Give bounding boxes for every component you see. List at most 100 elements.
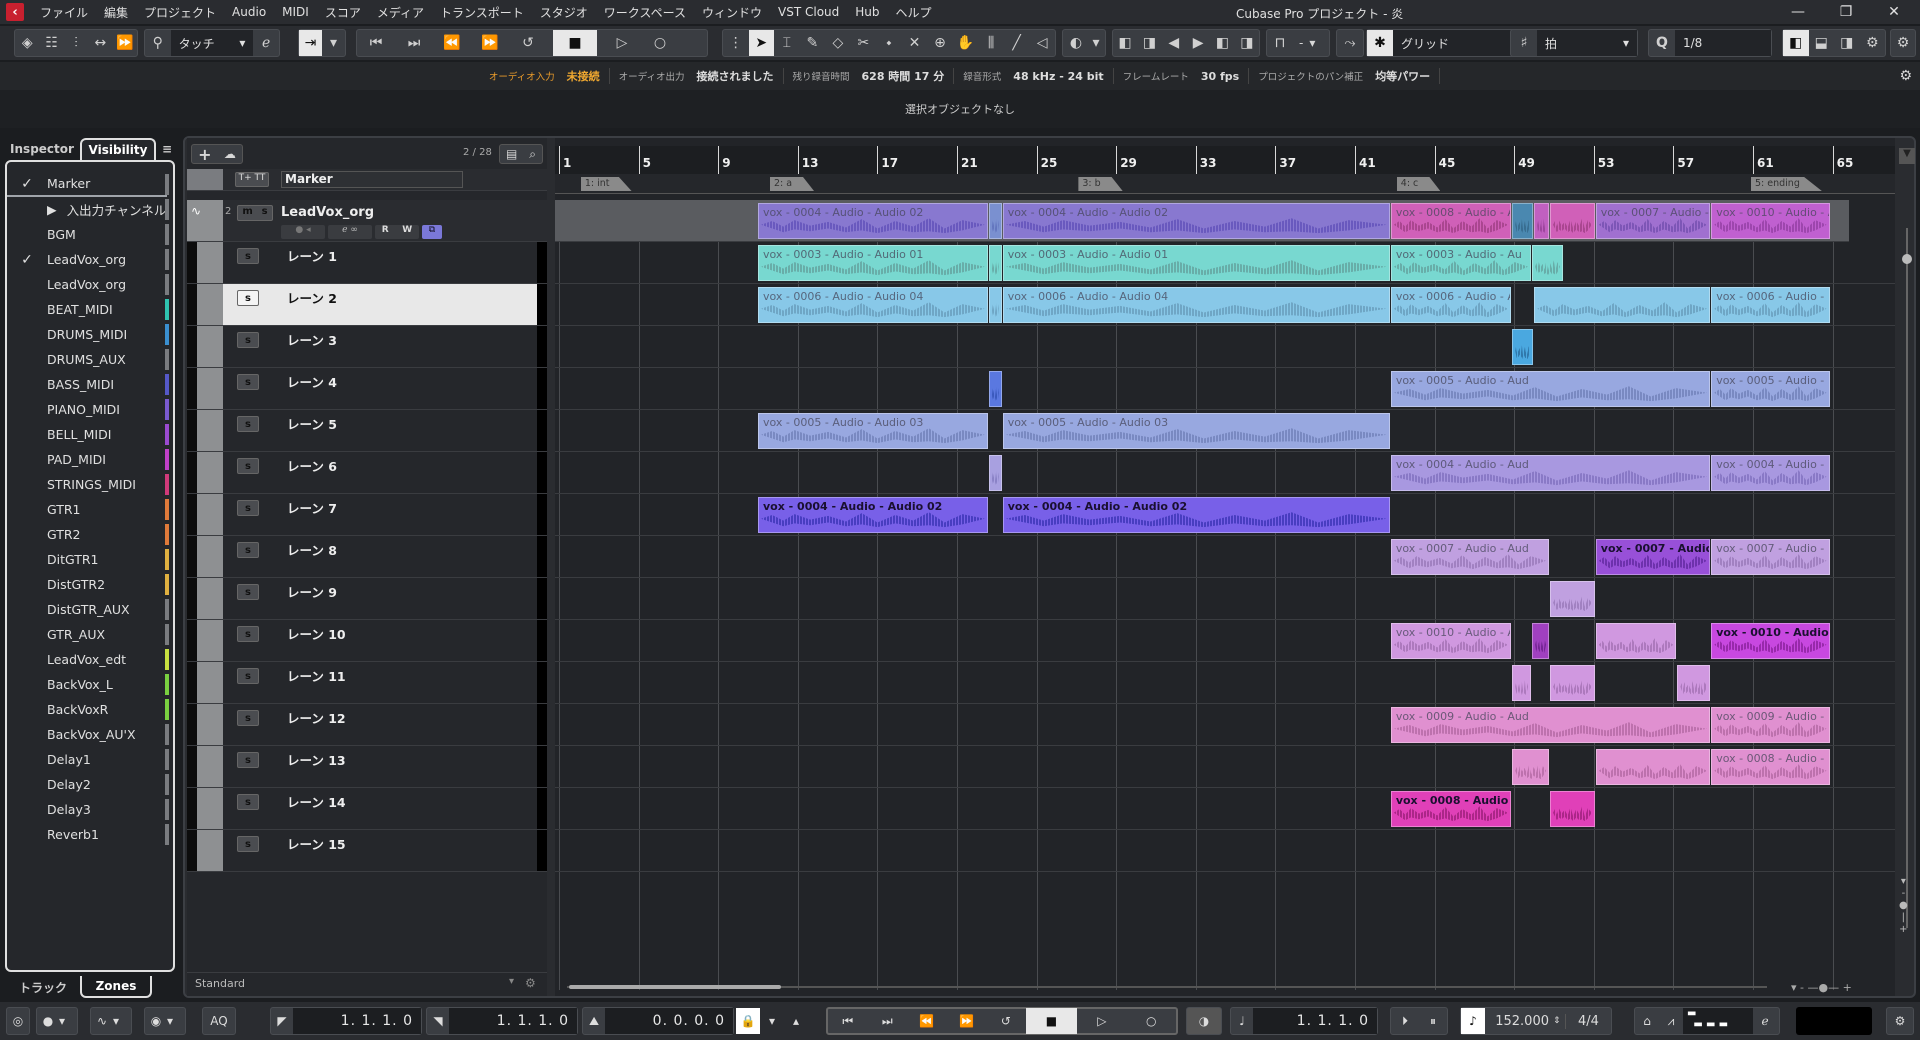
- menu-project[interactable]: プロジェクト: [136, 4, 224, 21]
- mute-button[interactable]: m: [242, 206, 252, 220]
- left-locator-icon[interactable]: ◤: [271, 1014, 293, 1028]
- right-zone-icon[interactable]: ◨: [1834, 30, 1860, 56]
- trim-start-left-icon[interactable]: ◧: [1113, 30, 1137, 56]
- audio-event[interactable]: vox - 0004 - Audio - Audio 02: [758, 497, 988, 533]
- move-left-icon[interactable]: ◀: [1162, 30, 1186, 56]
- metronome-icon[interactable]: ⌂: [1635, 1014, 1659, 1028]
- lanes-button-icon[interactable]: ⧉: [422, 225, 442, 239]
- audio-event[interactable]: [1550, 791, 1595, 827]
- visibility-item[interactable]: BackVoxR: [7, 697, 169, 722]
- visibility-item[interactable]: Delay1: [7, 747, 169, 772]
- lane-solo-button[interactable]: s: [237, 794, 259, 810]
- horizontal-scrollbar[interactable]: [569, 985, 781, 989]
- audio-event[interactable]: vox - 0007 - Audio -: [1711, 539, 1830, 575]
- tempo-value[interactable]: 152.000: [1485, 1014, 1553, 1029]
- menu-score[interactable]: スコア: [317, 4, 369, 21]
- tempo-stepper-icon[interactable]: ⇕: [1553, 1016, 1565, 1026]
- lane-solo-button[interactable]: s: [237, 836, 259, 852]
- audio-event[interactable]: [1512, 665, 1532, 701]
- left-zone-menu-icon[interactable]: ≡: [158, 138, 176, 160]
- menu-hub[interactable]: Hub: [847, 5, 887, 19]
- audio-event[interactable]: vox - 0010 - Audio - A: [1711, 203, 1830, 239]
- audio-event[interactable]: [1595, 749, 1711, 785]
- audio-event[interactable]: vox - 0004 - Audio - Aud: [1390, 455, 1711, 491]
- audio-event[interactable]: vox - 0004 - Audio - Audio 02: [1002, 497, 1390, 533]
- comp-tool-icon[interactable]: ⫼: [978, 30, 1004, 56]
- play-icon[interactable]: ▷: [1077, 1014, 1126, 1028]
- read-automation-button[interactable]: R: [382, 225, 389, 239]
- stop-icon[interactable]: ■: [1025, 1008, 1078, 1034]
- audio-event[interactable]: vox - 0008 - Audio - Aud: [1390, 203, 1512, 239]
- menu-window[interactable]: ウィンドウ: [694, 4, 770, 21]
- maximize-button[interactable]: ❐: [1824, 2, 1868, 22]
- checkmark-icon[interactable]: ✓: [7, 176, 47, 192]
- audio-event[interactable]: [1512, 749, 1549, 785]
- tab-inspector[interactable]: Inspector: [4, 138, 80, 160]
- visibility-item[interactable]: DistGTR2: [7, 572, 169, 597]
- track-leadvox-org[interactable]: ∿ 2 ms LeadVox_org ● ◂ ℯ ∞ RW ⧉: [187, 200, 547, 242]
- lower-zone-icon[interactable]: ⬓: [1809, 30, 1835, 56]
- audio-event[interactable]: vox - 0006 - Audio - Aud: [1390, 287, 1512, 323]
- audio-event[interactable]: [1595, 623, 1677, 659]
- write-automation-button[interactable]: W: [402, 225, 412, 239]
- lane-solo-button[interactable]: s: [237, 500, 259, 516]
- left-locator-value[interactable]: 1. 1. 1. 0: [293, 1008, 421, 1034]
- pre-roll-icon[interactable]: ⏵: [1391, 1014, 1419, 1029]
- status-audio-output[interactable]: オーディオ出力 接続されました: [610, 68, 784, 84]
- vertical-zoom-handle[interactable]: [1902, 254, 1912, 264]
- line-tool-icon[interactable]: ╱: [1004, 30, 1030, 56]
- track-list-icon[interactable]: ▤: [506, 147, 517, 161]
- lane-row[interactable]: s レーン 4: [187, 368, 547, 410]
- menu-help[interactable]: ヘルプ: [888, 4, 940, 21]
- lane-solo-button[interactable]: s: [237, 710, 259, 726]
- audio-event[interactable]: vox - 0006 - Audio - Audio 04: [1002, 287, 1390, 323]
- lane-row[interactable]: s レーン 7: [187, 494, 547, 536]
- visibility-item[interactable]: GTR1: [7, 497, 169, 522]
- record-icon[interactable]: ○: [647, 30, 673, 56]
- audio-event[interactable]: vox - 0004 - Audio - Audio 02: [1002, 203, 1390, 239]
- track-preset-standard[interactable]: Standard: [195, 977, 245, 990]
- automation-mode-select[interactable]: タッチ ▾: [170, 30, 254, 56]
- audio-event[interactable]: vox - 0008 - Audio - Aux: [1390, 791, 1512, 827]
- left-zone-icon[interactable]: ◧: [1783, 30, 1809, 56]
- solo-button[interactable]: s: [262, 206, 268, 220]
- lane-row[interactable]: s レーン 2: [187, 284, 547, 326]
- lane-solo-button[interactable]: s: [237, 668, 259, 684]
- edit-automation-icon[interactable]: ℯ: [253, 30, 279, 56]
- audio-event[interactable]: vox - 0003 - Audio - Au: [1390, 245, 1532, 281]
- lane-row[interactable]: s レーン 5: [187, 410, 547, 452]
- gear-icon[interactable]: ⚙: [525, 976, 536, 990]
- chevron-down-icon[interactable]: ▾: [322, 30, 345, 56]
- punch-range-icon[interactable]: ⛰: [583, 1014, 605, 1029]
- audio-event[interactable]: [1677, 665, 1711, 701]
- signature-value[interactable]: 4/4: [1565, 1013, 1611, 1029]
- ruler[interactable]: 1 5 9 13 17 21 25 29 33 37 41 45 49 53 57 61 65: [555, 146, 1895, 174]
- audio-event[interactable]: [1534, 287, 1711, 323]
- color-tool-icon[interactable]: ◐: [1063, 30, 1089, 56]
- visibility-item[interactable]: LeadVox_edt: [7, 647, 169, 672]
- status-audio-input[interactable]: オーディオ入力 未接続: [480, 68, 610, 84]
- lane-row[interactable]: s レーン 1: [187, 242, 547, 284]
- marker[interactable]: 2: a: [769, 177, 815, 191]
- chevron-down-icon[interactable]: ▾: [1309, 36, 1315, 50]
- go-to-end-icon[interactable]: ⏭: [868, 1014, 908, 1029]
- audio-event[interactable]: [1512, 203, 1534, 239]
- quantize-icon[interactable]: Q: [1649, 30, 1675, 56]
- lane-solo-button[interactable]: s: [237, 626, 259, 642]
- grid-type-select[interactable]: 拍 ▾: [1537, 30, 1637, 56]
- right-locator-value[interactable]: 1. 1. 1. 0: [449, 1008, 577, 1034]
- lane-solo-button[interactable]: s: [237, 458, 259, 474]
- lane-row[interactable]: s レーン 3: [187, 326, 547, 368]
- marker[interactable]: 3: b: [1078, 177, 1123, 191]
- move-right-icon[interactable]: ▶: [1186, 30, 1210, 56]
- lane-row[interactable]: s レーン 9: [187, 578, 547, 620]
- status-pan-law[interactable]: プロジェクトのパン補正 均等パワー: [1249, 68, 1441, 84]
- menu-edit[interactable]: 編集: [96, 4, 136, 21]
- punch-range-value[interactable]: 0. 0. 0. 0: [605, 1008, 733, 1034]
- rewind-icon[interactable]: ⏪: [439, 30, 465, 56]
- lane-row[interactable]: s レーン 11: [187, 662, 547, 704]
- status-record-time[interactable]: 残り録音時間 628 時間 17 分: [784, 68, 955, 84]
- zone-settings-icon[interactable]: ⚙: [1860, 30, 1886, 56]
- record-monitor-buttons[interactable]: ● ◂: [281, 225, 325, 239]
- audio-event[interactable]: vox - 0004 - Audio -: [1711, 455, 1830, 491]
